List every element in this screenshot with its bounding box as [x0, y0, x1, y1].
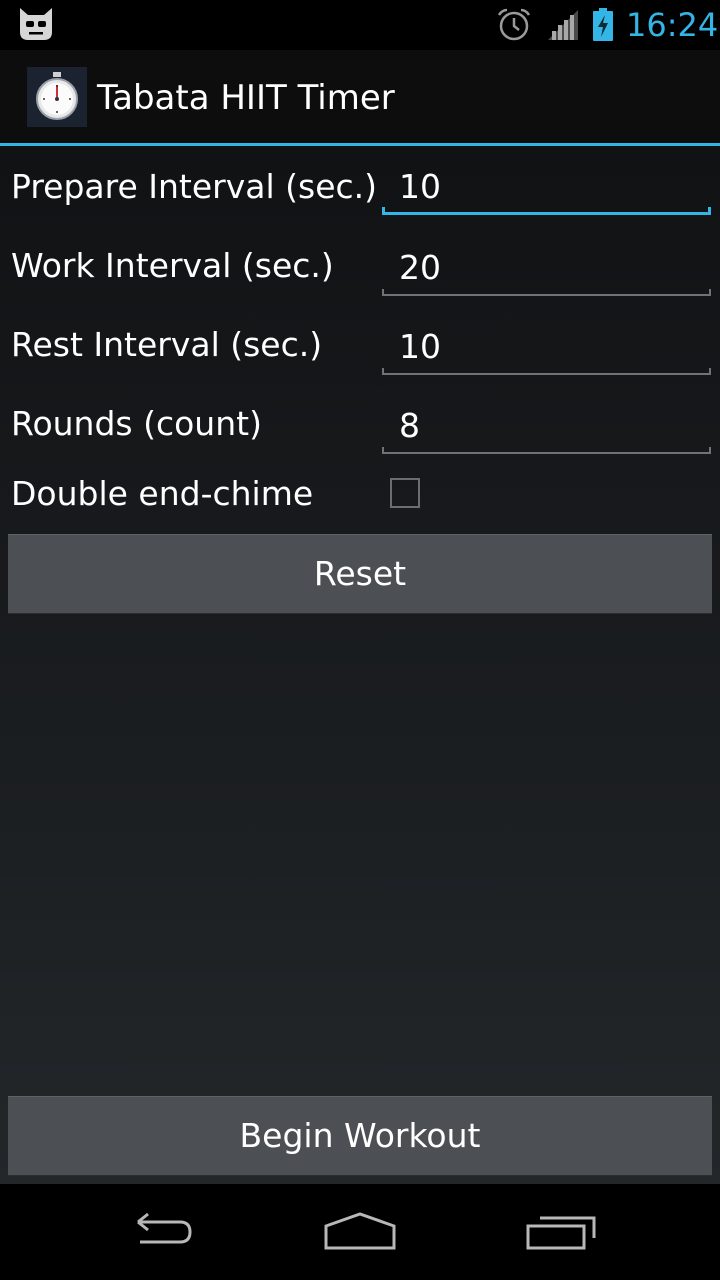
rounds-label: Rounds (count) — [11, 404, 262, 443]
clock-time: 16:24 — [626, 6, 719, 44]
rest-interval-field[interactable]: 10 — [382, 321, 711, 375]
home-icon[interactable] — [320, 1208, 400, 1256]
rounds-underline — [382, 446, 711, 454]
prepare-interval-underline — [382, 207, 711, 215]
double-chime-label: Double end-chime — [11, 474, 314, 513]
back-icon[interactable] — [120, 1208, 200, 1256]
app-title: Tabata HIIT Timer — [97, 78, 395, 118]
recent-apps-icon[interactable] — [520, 1208, 600, 1256]
work-interval-field[interactable]: 20 — [382, 242, 711, 296]
work-interval-underline — [382, 288, 711, 296]
settings-form: Prepare Interval (sec.) 10 Work Interval… — [0, 146, 720, 1184]
screen: 16:24 Tabata HIIT Timer Prepare Interval… — [0, 0, 720, 1280]
battery-charging-icon — [593, 8, 613, 41]
stopwatch-icon[interactable] — [27, 67, 87, 127]
rounds-value[interactable]: 8 — [399, 404, 420, 448]
rounds-field[interactable]: 8 — [382, 400, 711, 454]
work-interval-value[interactable]: 20 — [399, 246, 441, 290]
status-bar: 16:24 — [0, 0, 720, 50]
begin-workout-button[interactable]: Begin Workout — [8, 1096, 712, 1176]
cyanogenmod-notification-icon — [20, 8, 52, 40]
action-bar: Tabata HIIT Timer — [0, 50, 720, 143]
prepare-interval-field[interactable]: 10 — [382, 161, 711, 215]
work-interval-label: Work Interval (sec.) — [11, 246, 334, 285]
prepare-interval-label: Prepare Interval (sec.) — [11, 167, 378, 206]
reset-button[interactable]: Reset — [8, 534, 712, 614]
rest-interval-value[interactable]: 10 — [399, 325, 441, 369]
double-chime-checkbox[interactable] — [390, 478, 420, 508]
rest-interval-underline — [382, 367, 711, 375]
signal-icon — [548, 10, 578, 40]
alarm-icon — [497, 8, 531, 41]
navigation-bar — [0, 1184, 720, 1280]
prepare-interval-value[interactable]: 10 — [399, 165, 441, 209]
rest-interval-label: Rest Interval (sec.) — [11, 325, 323, 364]
